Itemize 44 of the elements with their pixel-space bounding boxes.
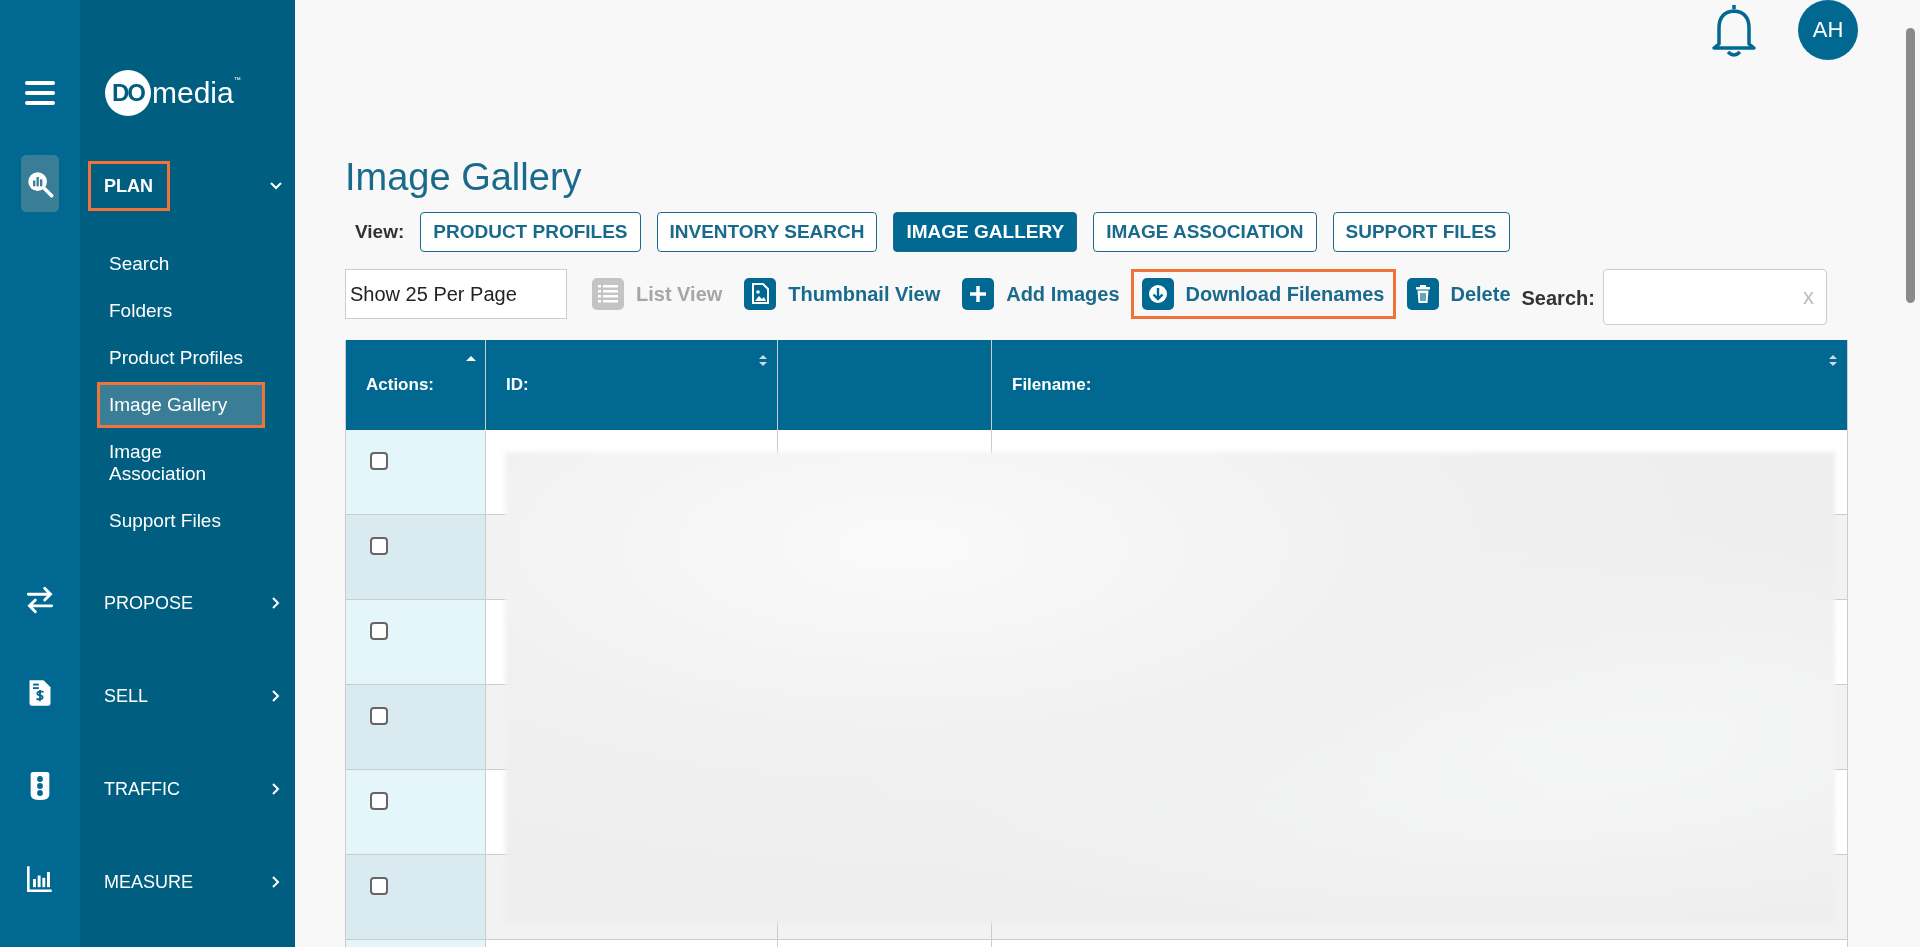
checkbox[interactable] bbox=[370, 792, 388, 810]
toolbar-button[interactable]: Add Images bbox=[951, 269, 1131, 319]
nav-item[interactable]: Image Gallery bbox=[97, 382, 265, 428]
sort-icon[interactable] bbox=[1827, 354, 1839, 367]
nav-item[interactable]: Support Files bbox=[97, 498, 232, 544]
toolbar-button[interactable]: Delete bbox=[1395, 269, 1522, 319]
toolbar-button[interactable]: Thumbnail View bbox=[733, 269, 952, 319]
nav-item[interactable]: Product Profiles bbox=[97, 335, 255, 381]
checkbox[interactable] bbox=[370, 537, 388, 555]
checkbox[interactable] bbox=[370, 622, 388, 640]
view-tab[interactable]: PRODUCT PROFILES bbox=[420, 212, 641, 252]
checkbox[interactable] bbox=[370, 452, 388, 470]
view-tab[interactable]: IMAGE GALLERY bbox=[893, 212, 1078, 252]
checkbox[interactable] bbox=[370, 707, 388, 725]
search-icon bbox=[26, 169, 54, 198]
nav-section[interactable]: TRAFFIC bbox=[88, 763, 197, 814]
trash-icon bbox=[1406, 278, 1439, 310]
nav-item[interactable]: Folders bbox=[97, 288, 184, 334]
nav-section[interactable]: SELL bbox=[88, 670, 166, 721]
arrows-icon bbox=[26, 585, 54, 614]
nav-section[interactable]: MEASURE bbox=[88, 856, 210, 907]
view-label: View: bbox=[355, 221, 405, 243]
scrollbar-thumb[interactable] bbox=[1905, 28, 1915, 303]
view-tab[interactable]: INVENTORY SEARCH bbox=[656, 212, 878, 252]
image-file-icon bbox=[744, 278, 777, 310]
user-avatar[interactable]: AH bbox=[1798, 0, 1858, 60]
view-tab[interactable]: SUPPORT FILES bbox=[1332, 212, 1510, 252]
toolbar-button[interactable]: Download Filenames bbox=[1130, 269, 1396, 319]
search-label: Search: bbox=[1521, 286, 1595, 310]
download-icon bbox=[1141, 278, 1174, 310]
nav-icon-button[interactable] bbox=[21, 155, 59, 212]
checkbox[interactable] bbox=[370, 877, 388, 895]
nav-item[interactable]: Search bbox=[97, 241, 181, 287]
plus-icon bbox=[962, 278, 995, 310]
nav-item[interactable]: Image Association bbox=[97, 429, 227, 497]
page-title: Image Gallery bbox=[345, 155, 583, 200]
nav-section[interactable]: PLAN bbox=[88, 161, 170, 211]
list-icon bbox=[592, 278, 624, 310]
sort-icon[interactable] bbox=[757, 354, 769, 367]
view-tab[interactable]: IMAGE ASSOCIATION bbox=[1093, 212, 1317, 252]
nav-section[interactable]: PROPOSE bbox=[88, 577, 211, 628]
page-size-select[interactable]: Show 25 Per Page bbox=[345, 269, 567, 319]
bar-chart-icon bbox=[26, 864, 54, 893]
menu-icon[interactable] bbox=[25, 81, 55, 105]
